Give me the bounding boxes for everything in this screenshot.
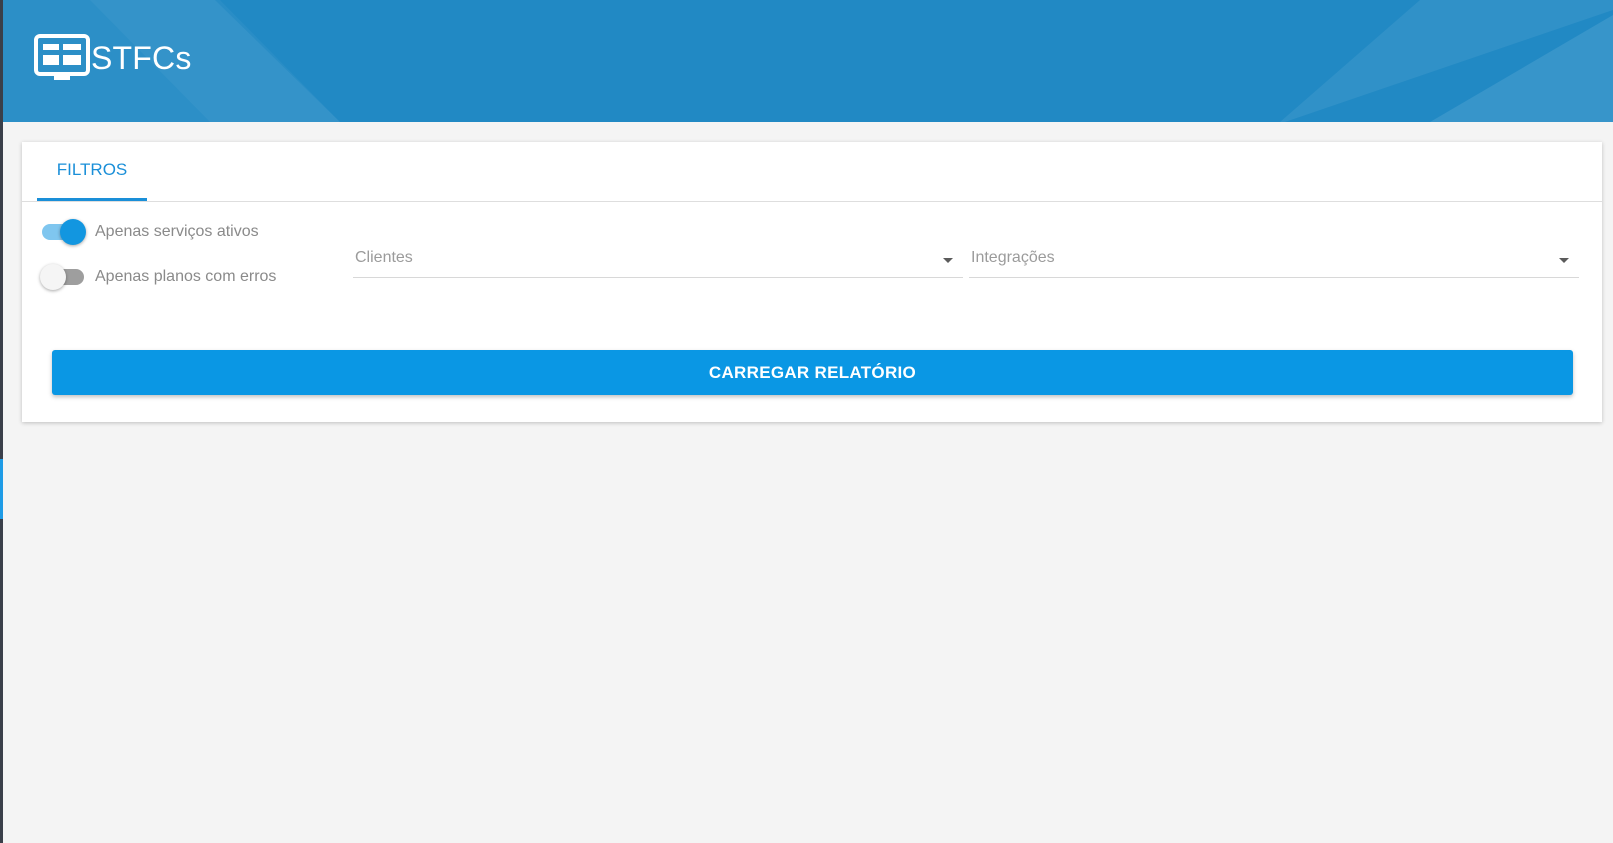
integracoes-select[interactable]: Integrações	[969, 243, 1579, 278]
header-decoration	[0, 0, 1613, 122]
app-title: STFCs	[91, 40, 192, 76]
filters-card: FILTROS Apenas serviços ativos Apenas pl…	[22, 142, 1602, 422]
toggle-row-active-services: Apenas serviços ativos	[40, 217, 259, 247]
integracoes-placeholder: Integrações	[971, 249, 1055, 266]
dropdown-caret-icon	[943, 258, 953, 263]
plans-with-errors-toggle[interactable]	[40, 262, 86, 292]
clientes-select[interactable]: Clientes	[353, 243, 963, 278]
toggle-row-plans-with-errors: Apenas planos com erros	[40, 262, 276, 292]
tab-filtros[interactable]: FILTROS	[37, 142, 147, 201]
dropdown-caret-icon	[1559, 258, 1569, 263]
window-left-edge-accent	[0, 459, 3, 519]
app-brand[interactable]: STFCs	[34, 34, 192, 82]
clientes-placeholder: Clientes	[355, 249, 413, 266]
toggle-knob	[60, 219, 86, 245]
app-header: STFCs	[0, 0, 1613, 122]
plans-with-errors-label: Apenas planos com erros	[95, 268, 277, 285]
toggle-knob	[40, 264, 66, 290]
active-services-toggle[interactable]	[40, 217, 86, 247]
load-report-button[interactable]: CARREGAR RELATÓRIO	[52, 350, 1573, 395]
window-left-edge	[0, 0, 3, 843]
tab-bar: FILTROS	[22, 142, 1602, 202]
active-services-label: Apenas serviços ativos	[95, 223, 259, 240]
active-tab-indicator	[37, 198, 147, 201]
dashboard-monitor-icon	[34, 34, 90, 80]
